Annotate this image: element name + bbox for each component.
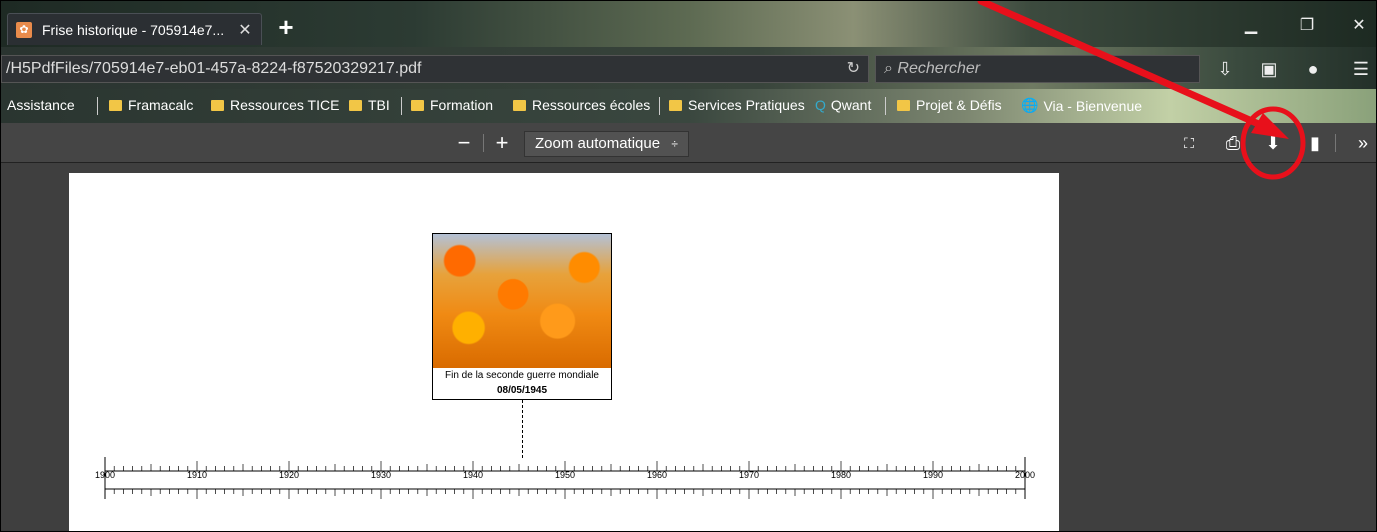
tab-close-icon[interactable]: ✕ <box>235 20 255 40</box>
menu-icon[interactable]: ☰ <box>1347 57 1375 81</box>
event-title: Fin de la seconde guerre mondiale <box>445 370 599 381</box>
pdf-toolbar: − + Zoom automatique ÷ ⛶ ⎙ ⬇ ▮ » <box>1 123 1376 163</box>
tab-frise-historique[interactable]: ✿ Frise historique - 705914e7... ✕ <box>7 13 262 45</box>
presentation-mode-icon[interactable]: ⛶ <box>1177 131 1201 155</box>
pdf-page: Fin de la seconde guerre mondiale 08/05/… <box>69 173 1059 531</box>
browser-window: ✿ Frise historique - 705914e7... ✕ + ▁ ❐… <box>0 0 1377 532</box>
download-icon[interactable]: ⬇ <box>1261 131 1285 155</box>
restore-icon[interactable]: ❐ <box>1289 13 1325 39</box>
bookmark-via-bienvenue[interactable]: 🌐 Via - Bienvenue <box>1021 97 1142 114</box>
axis-tick-label: 1900 <box>94 470 116 480</box>
bookmark-services-pratiques[interactable]: Services Pratiques <box>669 97 805 113</box>
axis-tick-label: 2000 <box>1014 470 1036 480</box>
qwant-icon: Q <box>815 97 826 113</box>
url-bar[interactable]: /H5PdfFiles/705914e7-eb01-457a-8224-f875… <box>1 55 869 83</box>
bookmark-label: Services Pratiques <box>688 97 805 113</box>
chevron-updown-icon: ÷ <box>671 137 678 151</box>
timeline-event-card: Fin de la seconde guerre mondiale 08/05/… <box>432 233 612 400</box>
axis-tick-label: 1920 <box>278 470 300 480</box>
folder-icon <box>897 99 910 111</box>
event-image-flowers <box>433 234 611 368</box>
bookmark-separator <box>97 97 98 115</box>
axis-tick-label: 1990 <box>922 470 944 480</box>
close-window-icon[interactable]: ✕ <box>1341 13 1376 39</box>
zoom-select-value: Zoom automatique <box>535 135 661 152</box>
bookmark-framacalc[interactable]: Framacalc <box>109 97 193 113</box>
minimize-icon[interactable]: ▁ <box>1233 13 1269 39</box>
title-bar: ✿ Frise historique - 705914e7... ✕ + ▁ ❐… <box>1 1 1376 47</box>
tab-title: Frise historique - 705914e7... <box>42 21 225 38</box>
search-input[interactable]: ⌕ Rechercher <box>875 55 1200 83</box>
bookmark-label: Qwant <box>830 97 872 113</box>
folder-icon <box>513 99 526 111</box>
search-placeholder: Rechercher <box>897 60 981 77</box>
axis-tick-label: 1910 <box>186 470 208 480</box>
bookmark-ressources-ecoles[interactable]: Ressources écoles <box>513 97 650 113</box>
zoom-out-button[interactable]: − <box>453 131 475 155</box>
axis-tick-label: 1980 <box>830 470 852 480</box>
navigation-bar: /H5PdfFiles/705914e7-eb01-457a-8224-f875… <box>1 47 1376 89</box>
url-text: /H5PdfFiles/705914e7-eb01-457a-8224-f875… <box>6 60 422 77</box>
zoom-in-button[interactable]: + <box>491 131 513 155</box>
favicon-icon: ✿ <box>16 21 32 38</box>
pdf-viewer[interactable]: Fin de la seconde guerre mondiale 08/05/… <box>1 163 1376 531</box>
globe-icon: 🌐 <box>1021 97 1039 113</box>
axis-tick-label: 1960 <box>646 470 668 480</box>
bookmark-separator <box>885 97 886 115</box>
extension-icon[interactable]: ● <box>1299 57 1327 81</box>
bookmark-tbi[interactable]: TBI <box>349 97 390 113</box>
bookmark-qwant[interactable]: Q Qwant <box>815 97 871 113</box>
folder-icon <box>349 99 362 111</box>
bookmark-separator <box>401 97 402 115</box>
event-connector-line <box>522 400 523 458</box>
bookmark-label: Assistance <box>7 97 75 113</box>
axis-tick-label: 1930 <box>370 470 392 480</box>
bookmark-label: Formation <box>430 97 494 113</box>
bookmark-label: Projet & Défis <box>916 97 1002 113</box>
folder-icon <box>211 99 224 111</box>
new-tab-button[interactable]: + <box>271 13 301 43</box>
reload-icon[interactable]: ↻ <box>847 56 860 82</box>
timeline-axis: 1900 1910 1920 1930 1940 1950 1960 1970 1980 1990… <box>95 457 1035 501</box>
bookmark-ressources-tice[interactable]: Ressources TICE <box>211 97 339 113</box>
bookmark-label: Ressources TICE <box>230 97 340 113</box>
bookmark-projet-defis[interactable]: Projet & Défis <box>897 97 1002 113</box>
bookmark-label: TBI <box>368 97 390 113</box>
toolbar-separator <box>1335 134 1336 152</box>
reader-view-icon[interactable]: ▣ <box>1255 57 1283 81</box>
folder-icon <box>669 99 682 111</box>
axis-tick-label: 1940 <box>462 470 484 480</box>
axis-tick-label: 1970 <box>738 470 760 480</box>
toolbar-separator <box>483 134 484 152</box>
axis-tick-label: 1950 <box>554 470 576 480</box>
folder-icon <box>109 99 122 111</box>
downloads-icon[interactable]: ⇩ <box>1211 57 1239 81</box>
bookmarks-bar: Assistance Framacalc Ressources TICE TBI… <box>1 89 1376 123</box>
bookmark-separator <box>659 97 660 115</box>
bookmark-label: Framacalc <box>128 97 194 113</box>
bookmark-assistance[interactable]: Assistance <box>7 97 75 113</box>
search-icon: ⌕ <box>884 60 893 77</box>
zoom-select[interactable]: Zoom automatique ÷ <box>524 131 689 157</box>
print-icon[interactable]: ⎙ <box>1221 131 1245 155</box>
bookmark-label: Via - Bienvenue <box>1043 97 1143 114</box>
tools-expand-icon[interactable]: » <box>1351 131 1375 155</box>
event-date: 08/05/1945 <box>496 385 548 396</box>
bookmark-formation[interactable]: Formation <box>411 97 493 113</box>
folder-icon <box>411 99 424 111</box>
bookmark-icon[interactable]: ▮ <box>1303 131 1327 155</box>
bookmark-label: Ressources écoles <box>532 97 651 113</box>
